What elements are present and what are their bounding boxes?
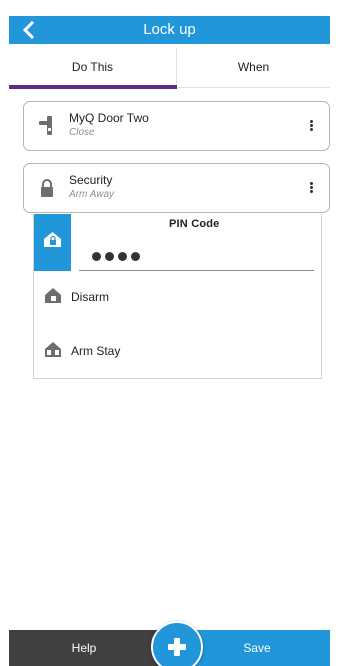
tab-do-this[interactable]: Do This: [9, 48, 177, 88]
security-options-panel: PIN Code Disarm Arm Stay: [33, 214, 322, 379]
option-disarm[interactable]: Disarm: [34, 277, 323, 317]
house-unlocked-icon: [45, 288, 61, 303]
more-vert-icon[interactable]: [308, 120, 314, 134]
action-name: MyQ Door Two: [69, 111, 149, 125]
house-arm-stay-icon: [45, 342, 61, 357]
more-vert-icon[interactable]: [308, 182, 314, 196]
tab-bar: Do This When: [9, 48, 330, 88]
app-header: Lock up: [9, 16, 330, 44]
option-arm-stay[interactable]: Arm Stay: [34, 331, 323, 371]
action-card-myq-door[interactable]: MyQ Door Two Close: [23, 101, 330, 151]
pin-option-tile[interactable]: [34, 214, 71, 271]
add-action-button[interactable]: [151, 621, 203, 666]
pin-code-label: PIN Code: [169, 218, 220, 230]
door-lock-icon: [39, 116, 52, 135]
padlock-icon: [41, 179, 53, 197]
pin-input-underline: [79, 270, 314, 271]
save-label: Save: [243, 641, 271, 655]
action-card-security[interactable]: Security Arm Away: [23, 163, 330, 213]
tab-when[interactable]: When: [177, 48, 330, 88]
page-title: Lock up: [143, 21, 196, 38]
action-name: Security: [69, 173, 113, 187]
pin-code-input[interactable]: [92, 248, 144, 262]
option-label: Arm Stay: [71, 344, 121, 358]
action-state: Arm Away: [69, 189, 115, 200]
option-label: Disarm: [71, 290, 109, 304]
help-label: Help: [71, 641, 97, 655]
house-lock-icon: [44, 232, 61, 247]
active-tab-indicator: [9, 85, 177, 89]
action-state: Close: [69, 127, 95, 138]
